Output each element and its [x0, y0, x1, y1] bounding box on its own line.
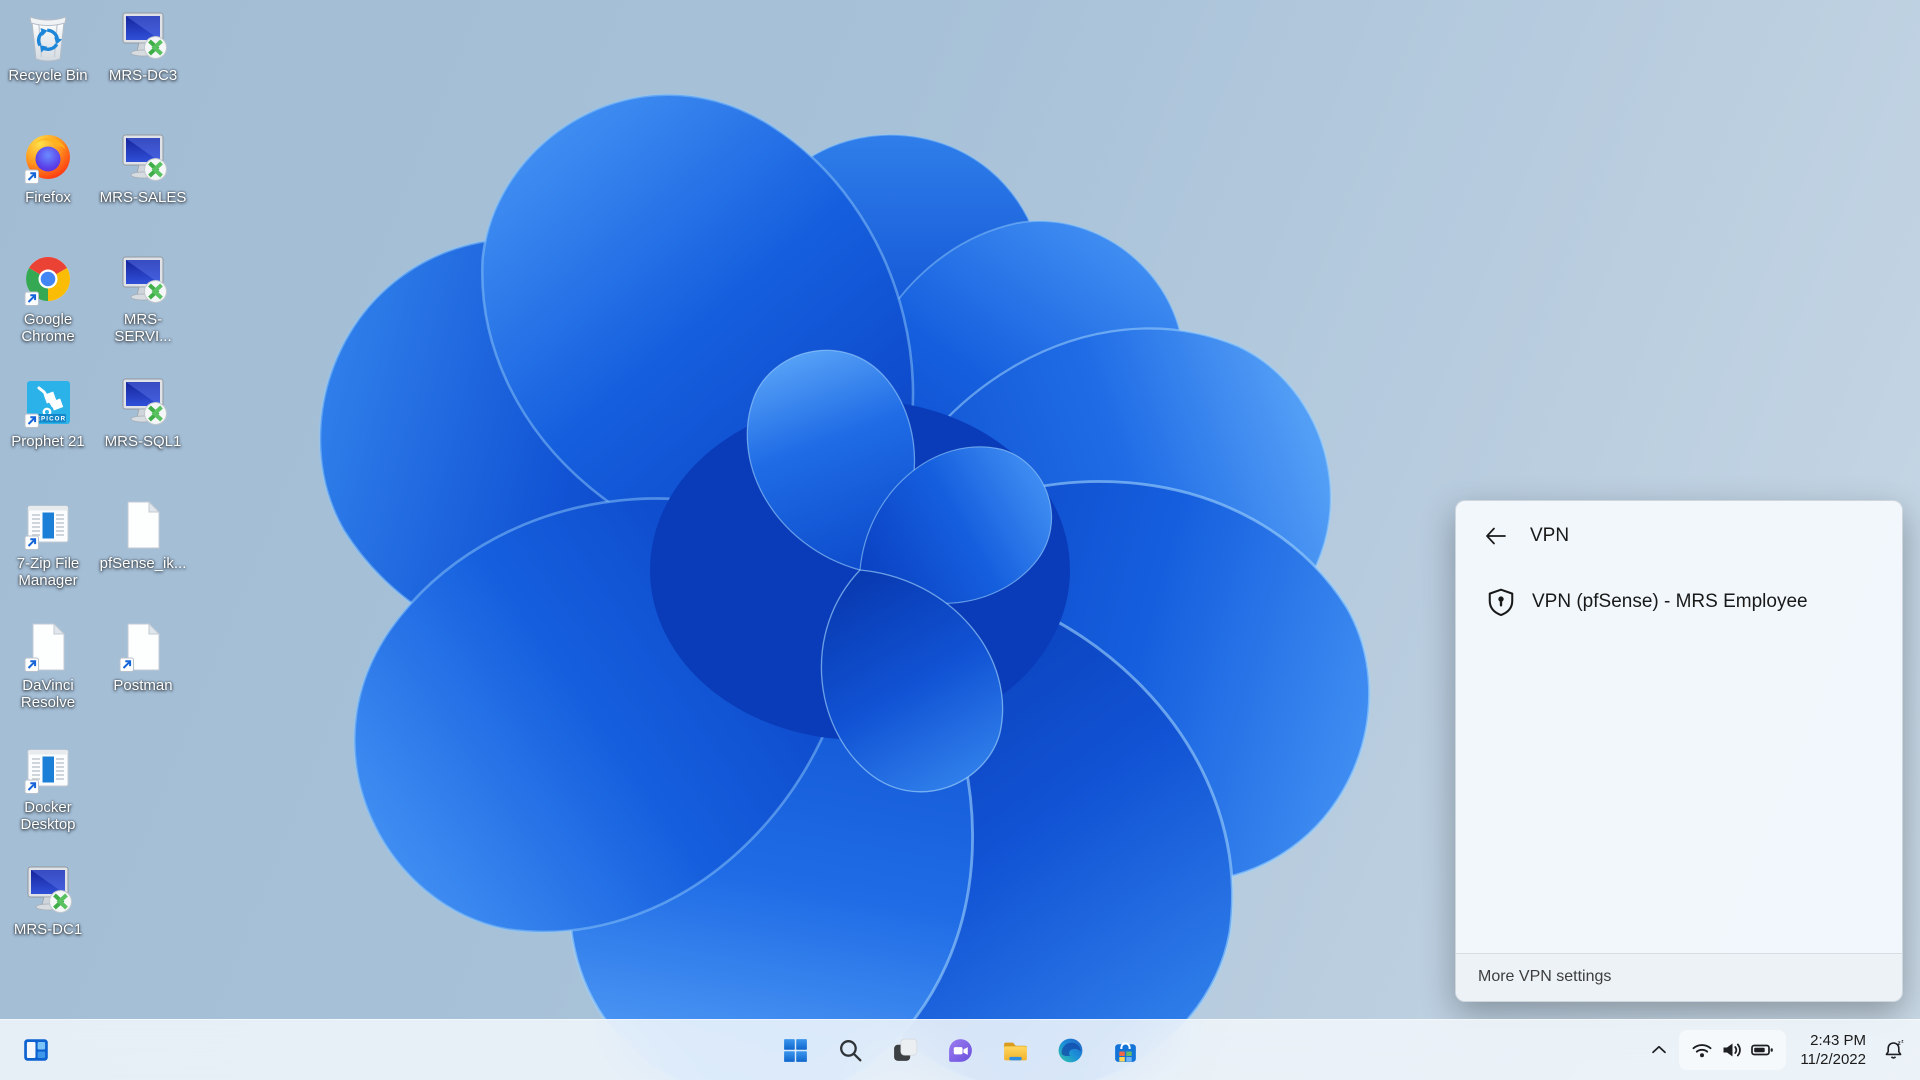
vpn-panel-spacer	[1456, 629, 1902, 953]
store-button[interactable]	[1104, 1029, 1146, 1071]
desktop-icon-label: MRS-DC3	[108, 67, 178, 84]
desktop-icon-label: Postman	[113, 677, 173, 694]
desktop-icon-label: MRS-SQL1	[104, 433, 182, 450]
desktop-icon-firefox[interactable]: Firefox	[2, 130, 94, 206]
rdp-computer-icon	[19, 862, 77, 920]
desktop-icon-prophet-21[interactable]: EPICOR Prophet 21	[2, 374, 94, 450]
wifi-icon	[1690, 1038, 1714, 1062]
prophet21-icon: EPICOR	[19, 374, 77, 432]
more-vpn-settings-link[interactable]: More VPN settings	[1456, 953, 1902, 1001]
desktop-icon-label: 7-Zip File Manager	[16, 555, 80, 589]
document-shortcut-icon	[114, 618, 172, 676]
vpn-flyout-panel: VPN VPN (pfSense) - MRS Employee More VP…	[1455, 500, 1903, 1002]
desktop-icon-label: Prophet 21	[11, 433, 85, 450]
desktop-icon-label: MRS-SALES	[99, 189, 187, 206]
desktop-icon-google-chrome[interactable]: Google Chrome	[2, 252, 94, 345]
widgets-icon	[21, 1035, 51, 1065]
file-explorer-icon	[1001, 1036, 1030, 1065]
desktop-icon-mrs-dc1[interactable]: MRS-DC1	[2, 862, 94, 938]
app-window-icon	[19, 740, 77, 798]
widgets-button[interactable]	[14, 1028, 58, 1072]
desktop-icon-label: MRS-SERVI...	[114, 311, 172, 345]
svg-text:EPICOR: EPICOR	[36, 416, 66, 423]
desktop-icon-pfsense-ik[interactable]: pfSense_ik...	[97, 496, 189, 572]
document-icon	[114, 496, 172, 554]
desktop-icon-label: Firefox	[25, 189, 71, 206]
desktop-icon-label: Recycle Bin	[8, 67, 88, 84]
volume-icon	[1720, 1038, 1744, 1062]
start-icon	[781, 1036, 810, 1065]
taskbar-center-icons	[774, 1029, 1146, 1071]
task-view-button[interactable]	[884, 1029, 926, 1071]
tray-time: 2:43 PM	[1810, 1032, 1866, 1049]
desktop-icon-davinci-resolve[interactable]: DaVinci Resolve	[2, 618, 94, 711]
rdp-computer-icon	[114, 8, 172, 66]
desktop-icon-mrs-servi[interactable]: MRS-SERVI...	[97, 252, 189, 345]
edge-button[interactable]	[1049, 1029, 1091, 1071]
desktop-icon-mrs-dc3[interactable]: MRS-DC3	[97, 8, 189, 84]
desktop-icon-label: DaVinci Resolve	[20, 677, 76, 711]
notification-center-button[interactable]: z z	[1876, 1029, 1912, 1071]
desktop-icon-docker-desktop[interactable]: Docker Desktop	[2, 740, 94, 833]
document-shortcut-icon	[19, 618, 77, 676]
store-icon	[1111, 1036, 1140, 1065]
chevron-up-icon	[1648, 1039, 1670, 1061]
rdp-computer-icon	[114, 130, 172, 188]
rdp-computer-icon	[114, 252, 172, 310]
chrome-icon	[19, 252, 77, 310]
svg-text:z: z	[1901, 1039, 1904, 1044]
recycle-bin-icon	[19, 8, 77, 66]
desktop-icon-mrs-sql1[interactable]: MRS-SQL1	[97, 374, 189, 450]
vpn-connection-name: VPN (pfSense) - MRS Employee	[1532, 591, 1808, 612]
chat-button[interactable]	[939, 1029, 981, 1071]
file-explorer-button[interactable]	[994, 1029, 1036, 1071]
desktop-icon-label: Google Chrome	[21, 311, 75, 345]
search-icon	[836, 1036, 865, 1065]
desktop-icon-label: Docker Desktop	[20, 799, 76, 833]
desktop-icon-mrs-sales[interactable]: MRS-SALES	[97, 130, 189, 206]
notification-bell-icon: z z	[1882, 1038, 1906, 1062]
back-arrow-icon[interactable]	[1484, 525, 1508, 547]
quick-settings-button[interactable]	[1679, 1030, 1787, 1070]
vpn-connection-item[interactable]: VPN (pfSense) - MRS Employee	[1472, 575, 1890, 629]
desktop-icon-postman[interactable]: Postman	[97, 618, 189, 694]
chat-icon	[946, 1036, 975, 1065]
desktop-icon-label: pfSense_ik...	[99, 555, 187, 572]
desktop-icon-7-zip-file-manager[interactable]: 7-Zip File Manager	[2, 496, 94, 589]
taskbar: 2:43 PM 11/2/2022 z z	[0, 1019, 1920, 1080]
firefox-icon	[19, 130, 77, 188]
vpn-flyout-header: VPN	[1456, 501, 1902, 555]
tray-date: 11/2/2022	[1800, 1051, 1866, 1068]
tray-overflow-button[interactable]	[1643, 1029, 1675, 1071]
vpn-shield-icon	[1486, 587, 1516, 617]
app-window-icon	[19, 496, 77, 554]
desktop-icon-recycle-bin[interactable]: Recycle Bin	[2, 8, 94, 84]
start-button[interactable]	[774, 1029, 816, 1071]
search-button[interactable]	[829, 1029, 871, 1071]
clock[interactable]: 2:43 PM 11/2/2022	[1800, 1031, 1866, 1069]
battery-icon	[1750, 1038, 1775, 1062]
edge-icon	[1056, 1036, 1085, 1065]
system-tray: 2:43 PM 11/2/2022 z z	[1643, 1020, 1912, 1080]
task-view-icon	[891, 1036, 920, 1065]
desktop-icon-label: MRS-DC1	[13, 921, 83, 938]
rdp-computer-icon	[114, 374, 172, 432]
vpn-panel-title: VPN	[1530, 525, 1570, 546]
